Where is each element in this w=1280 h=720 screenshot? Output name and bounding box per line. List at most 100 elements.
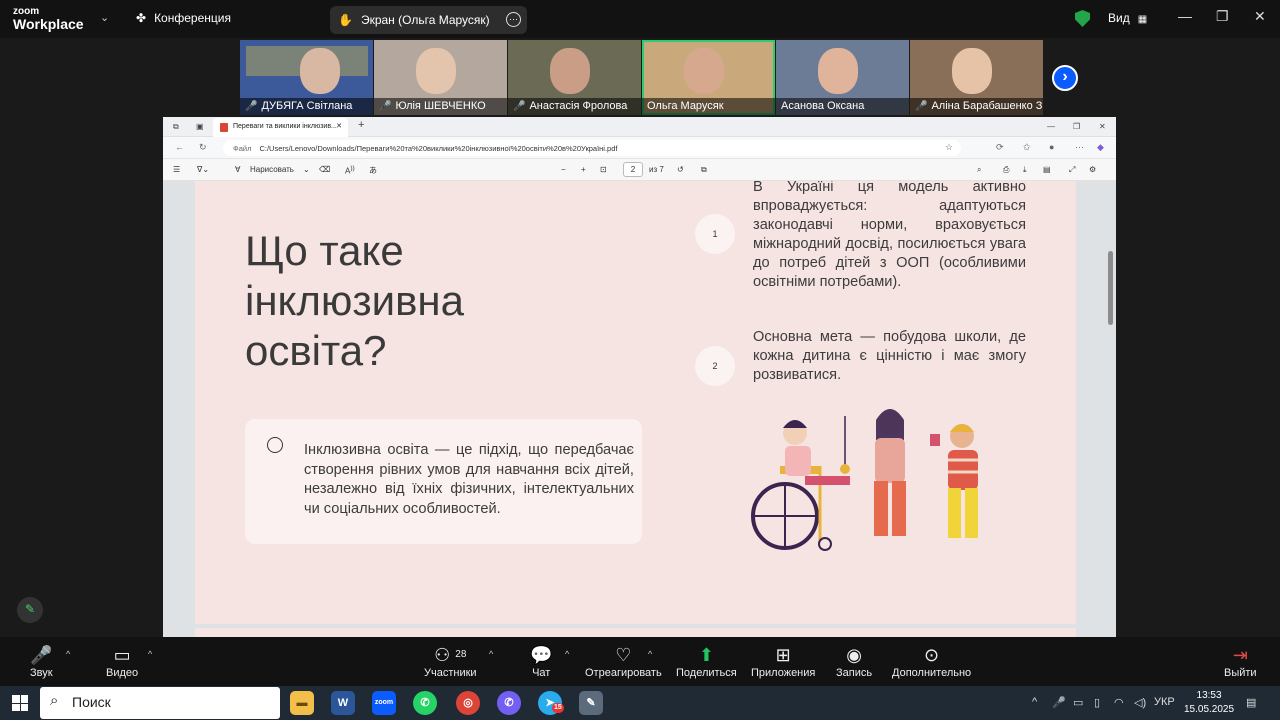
participant-tile[interactable]: 🎤Анастасія Фролова: [508, 40, 641, 115]
browser-close-icon[interactable]: ✕: [1099, 122, 1106, 131]
tray-mic-icon[interactable]: 🎤: [1052, 696, 1066, 709]
back-icon[interactable]: ←: [175, 142, 184, 152]
chevron-down-icon[interactable]: ⌄: [100, 11, 109, 24]
extensions-icon[interactable]: ⟳: [996, 142, 1004, 153]
text-icon[interactable]: A)): [345, 165, 355, 176]
leave-button[interactable]: ⇥Выйти: [1224, 645, 1257, 679]
taskbar-clock[interactable]: 13:53 15.05.2025: [1184, 689, 1234, 717]
video-button[interactable]: ▭Видео: [106, 645, 138, 679]
print-icon[interactable]: ⎙: [1003, 165, 1009, 175]
paint-icon[interactable]: ✎: [579, 691, 603, 715]
browser-menu-icon[interactable]: ···: [1075, 142, 1084, 152]
minimize-icon[interactable]: —: [1178, 8, 1192, 24]
draw-options-chevron-icon[interactable]: ⌄: [303, 165, 310, 174]
notifications-icon[interactable]: ▤: [1246, 696, 1256, 709]
close-icon[interactable]: ✕: [1254, 8, 1266, 25]
highlight-icon[interactable]: ∇⌄: [197, 165, 209, 174]
view-button[interactable]: Вид▦: [1108, 11, 1147, 25]
favorite-star-icon[interactable]: ☆: [945, 142, 953, 153]
chat-button[interactable]: 💬Чат: [530, 645, 552, 679]
language-indicator[interactable]: УКР: [1154, 696, 1175, 708]
audio-options-chevron-icon[interactable]: ^: [66, 649, 70, 659]
tab-actions-icon[interactable]: ▣: [196, 122, 204, 131]
zoom-in-icon[interactable]: +: [581, 165, 586, 174]
share-arrow-icon: ⬆: [676, 645, 737, 667]
url-field[interactable]: ФайлC:/Users/Lenovo/Downloads/Переваги%2…: [223, 140, 961, 156]
pdf-scrollbar[interactable]: [1108, 251, 1113, 325]
tray-volume-icon[interactable]: ◁): [1134, 696, 1146, 709]
pdf-viewer[interactable]: Що таке інклюзивна освіта? Інклюзивна ос…: [163, 181, 1116, 637]
browser-tab-bar: ⧉ ▣ Переваги та виклики інклюзив... ✕ + …: [163, 117, 1116, 137]
workspaces-icon[interactable]: ⧉: [173, 122, 179, 132]
record-icon: ◉: [836, 645, 872, 667]
draw-button[interactable]: Нарисовать: [250, 165, 294, 174]
participant-tile[interactable]: 🎤Аліна Барабашенко З ...: [910, 40, 1043, 115]
browser-tab-pdf[interactable]: Переваги та виклики інклюзив... ✕: [213, 118, 348, 137]
zoom-out-icon[interactable]: −: [561, 165, 566, 174]
point-2-text: Основна мета — побудова школи, де кожна …: [753, 328, 1026, 385]
contents-icon[interactable]: ☰: [173, 165, 180, 174]
point-number-2: 2: [695, 346, 735, 386]
whatsapp-icon[interactable]: ✆: [413, 691, 437, 715]
participants-options-chevron-icon[interactable]: ^: [489, 649, 493, 659]
screen-share-indicator[interactable]: ✋ Экран (Ольга Марусяк) ···: [330, 6, 527, 34]
zoom-toolbar: 🎤Звук ^ ▭Видео ^ ⚇ 28Участники ^ 💬Чат ^ …: [0, 637, 1280, 686]
taskbar-search[interactable]: ⌕ Поиск: [40, 687, 280, 719]
participant-tile[interactable]: 🎤ДУБЯГА Світлана: [240, 40, 373, 115]
record-button[interactable]: ◉Запись: [836, 645, 872, 679]
save-as-icon[interactable]: ▤: [1043, 165, 1051, 174]
tray-battery-icon[interactable]: ▯: [1094, 696, 1100, 709]
eraser-icon[interactable]: ⌫: [319, 165, 330, 174]
zoom-app-icon[interactable]: zoom: [372, 691, 396, 715]
next-participants-button[interactable]: ›: [1052, 65, 1078, 91]
participant-tile[interactable]: 🎤Юлія ШЕВЧЕНКО: [374, 40, 507, 115]
lightbulb-icon: [267, 437, 283, 453]
apps-button[interactable]: ⊞Приложения: [751, 645, 815, 679]
meeting-info-button[interactable]: ✤ Конференция: [136, 11, 231, 25]
more-options-icon[interactable]: ···: [506, 12, 521, 27]
new-tab-button[interactable]: +: [358, 119, 364, 131]
participant-tile[interactable]: Асанова Оксана: [776, 40, 909, 115]
pdf-settings-icon[interactable]: ⚙: [1089, 165, 1096, 174]
browser-restore-icon[interactable]: ❐: [1073, 122, 1080, 131]
react-options-chevron-icon[interactable]: ^: [648, 649, 652, 659]
tray-wifi-icon[interactable]: ◠: [1114, 696, 1124, 709]
tab-close-icon[interactable]: ✕: [336, 122, 342, 130]
annotate-pen-button[interactable]: ✎: [17, 597, 43, 623]
copilot-icon[interactable]: ◆: [1097, 142, 1104, 153]
file-explorer-icon[interactable]: ▬: [290, 691, 314, 715]
fit-page-icon[interactable]: ⊡: [600, 165, 607, 174]
viber-icon[interactable]: ✆: [497, 691, 521, 715]
restore-icon[interactable]: ❐: [1216, 8, 1229, 25]
save-icon[interactable]: ⤓: [1023, 165, 1027, 175]
mic-muted-icon: 🎤: [513, 101, 525, 112]
video-options-chevron-icon[interactable]: ^: [148, 649, 152, 659]
security-shield-icon[interactable]: [1075, 10, 1090, 27]
share-screen-button[interactable]: ⬆Поделиться: [676, 645, 737, 679]
participant-tile-active-speaker[interactable]: Ольга Марусяк: [642, 40, 775, 115]
definition-callout: Інклюзивна освіта — це підхід, що передб…: [245, 419, 642, 544]
windows-taskbar: ⌕ Поиск ▬ W zoom ✆ ◎ ✆ ➤15 ✎ ^ 🎤 ▭ ▯ ◠ ◁…: [0, 686, 1280, 720]
windows-start-icon[interactable]: [12, 695, 28, 711]
browser-minimize-icon[interactable]: —: [1047, 122, 1055, 131]
chat-options-chevron-icon[interactable]: ^: [565, 649, 569, 659]
page-view-icon[interactable]: ⧉: [701, 165, 707, 175]
tray-camera-icon[interactable]: ▭: [1073, 696, 1083, 709]
more-button[interactable]: ⊙Дополнительно: [892, 645, 971, 679]
favorites-icon[interactable]: ✩: [1023, 142, 1031, 153]
translate-icon[interactable]: あ: [369, 165, 377, 176]
participants-button[interactable]: ⚇ 28Участники: [424, 645, 477, 679]
chrome-icon[interactable]: ◎: [456, 691, 480, 715]
refresh-icon[interactable]: ↻: [199, 142, 207, 153]
tray-overflow-chevron-icon[interactable]: ^: [1032, 696, 1037, 708]
telegram-icon[interactable]: ➤15: [538, 691, 562, 715]
word-icon[interactable]: W: [331, 691, 355, 715]
page-number-input[interactable]: 2: [623, 162, 643, 177]
profile-icon[interactable]: ●: [1049, 142, 1054, 152]
fullscreen-icon[interactable]: ⤢: [1069, 165, 1075, 175]
draw-icon[interactable]: ∀: [235, 165, 240, 174]
mic-muted-icon: 🎤: [915, 101, 927, 112]
audio-button[interactable]: 🎤Звук: [30, 645, 53, 679]
pdf-search-icon[interactable]: ⌕: [977, 165, 981, 175]
rotate-icon[interactable]: ↺: [677, 165, 684, 174]
